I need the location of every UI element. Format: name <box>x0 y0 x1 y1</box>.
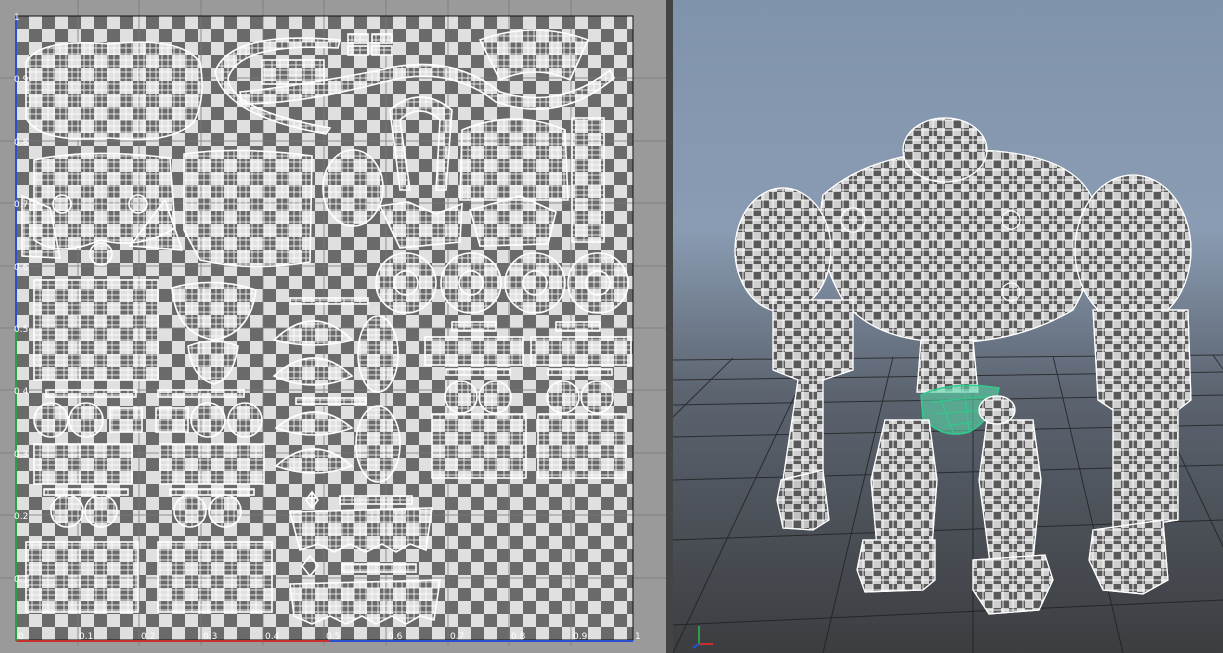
uv-shell-head-top[interactable] <box>25 41 203 141</box>
perspective-viewport[interactable] <box>673 0 1223 653</box>
svg-text:1: 1 <box>635 632 641 642</box>
svg-text:0.8: 0.8 <box>511 632 526 642</box>
svg-text:0.8: 0.8 <box>14 138 29 148</box>
panel-divider[interactable] <box>666 0 673 653</box>
svg-text:0.4: 0.4 <box>265 632 280 642</box>
uv-shell-chest-right[interactable] <box>183 149 313 268</box>
uv-shell-block-1[interactable] <box>33 279 159 381</box>
svg-text:0.5: 0.5 <box>14 325 28 335</box>
svg-text:0: 0 <box>18 632 24 642</box>
uv-shell-block-2[interactable] <box>25 541 139 613</box>
xyz-axis-icon <box>692 626 713 649</box>
svg-text:0.2: 0.2 <box>141 632 155 642</box>
uv-texture-editor[interactable]: 0 0.1 0.2 0.3 0.4 0.5 0.6 0.7 0.8 0.9 1 … <box>0 0 666 653</box>
svg-text:0.5: 0.5 <box>326 632 340 642</box>
svg-text:0.4: 0.4 <box>14 387 29 397</box>
robot-model[interactable] <box>734 117 1192 615</box>
viewport-canvas[interactable] <box>673 0 1223 653</box>
svg-text:0.3: 0.3 <box>203 632 217 642</box>
svg-text:0.7: 0.7 <box>450 632 464 642</box>
svg-text:0.6: 0.6 <box>14 263 29 273</box>
svg-text:0.1: 0.1 <box>79 632 93 642</box>
svg-text:0.3: 0.3 <box>14 450 28 460</box>
svg-text:0.9: 0.9 <box>573 632 588 642</box>
svg-text:0.6: 0.6 <box>388 632 403 642</box>
svg-text:1: 1 <box>14 13 20 23</box>
uv-canvas[interactable]: 0 0.1 0.2 0.3 0.4 0.5 0.6 0.7 0.8 0.9 1 … <box>0 0 666 653</box>
svg-text:0.2: 0.2 <box>14 512 28 522</box>
